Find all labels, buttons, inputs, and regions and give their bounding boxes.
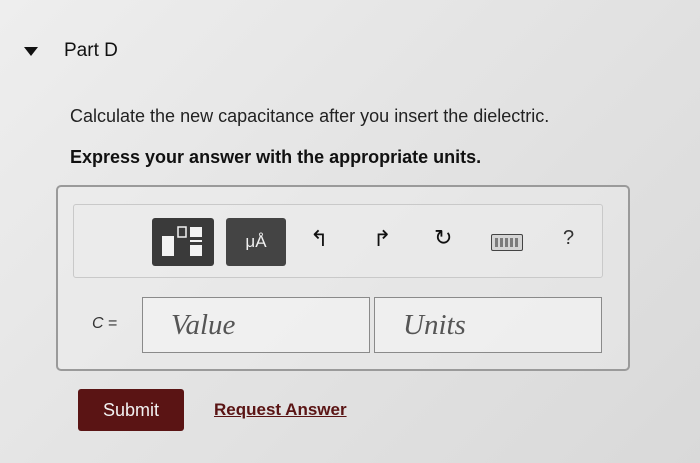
request-answer-link[interactable]: Request Answer (214, 400, 347, 420)
templates-icon (162, 226, 202, 256)
redo-icon[interactable]: ↱ (373, 228, 391, 250)
variable-name: C (92, 315, 104, 332)
answer-variable-label: C = (92, 315, 117, 333)
help-icon[interactable]: ? (563, 228, 574, 248)
units-input[interactable] (374, 297, 602, 353)
value-input[interactable] (142, 297, 370, 353)
undo-icon[interactable]: ↰ (310, 228, 328, 250)
templates-button[interactable] (152, 218, 214, 266)
instruction-text: Express your answer with the appropriate… (70, 147, 482, 167)
part-title: Part D (64, 40, 118, 61)
keyboard-icon[interactable] (491, 234, 523, 251)
units-button[interactable]: μÅ (226, 218, 286, 266)
collapse-triangle-icon[interactable] (24, 46, 38, 56)
reset-icon[interactable]: ↻ (434, 227, 452, 249)
submit-button[interactable]: Submit (78, 389, 184, 431)
part-header[interactable]: Part D (24, 40, 118, 62)
equals-sign: = (108, 315, 118, 332)
question-text: Calculate the new capacitance after you … (70, 106, 550, 126)
